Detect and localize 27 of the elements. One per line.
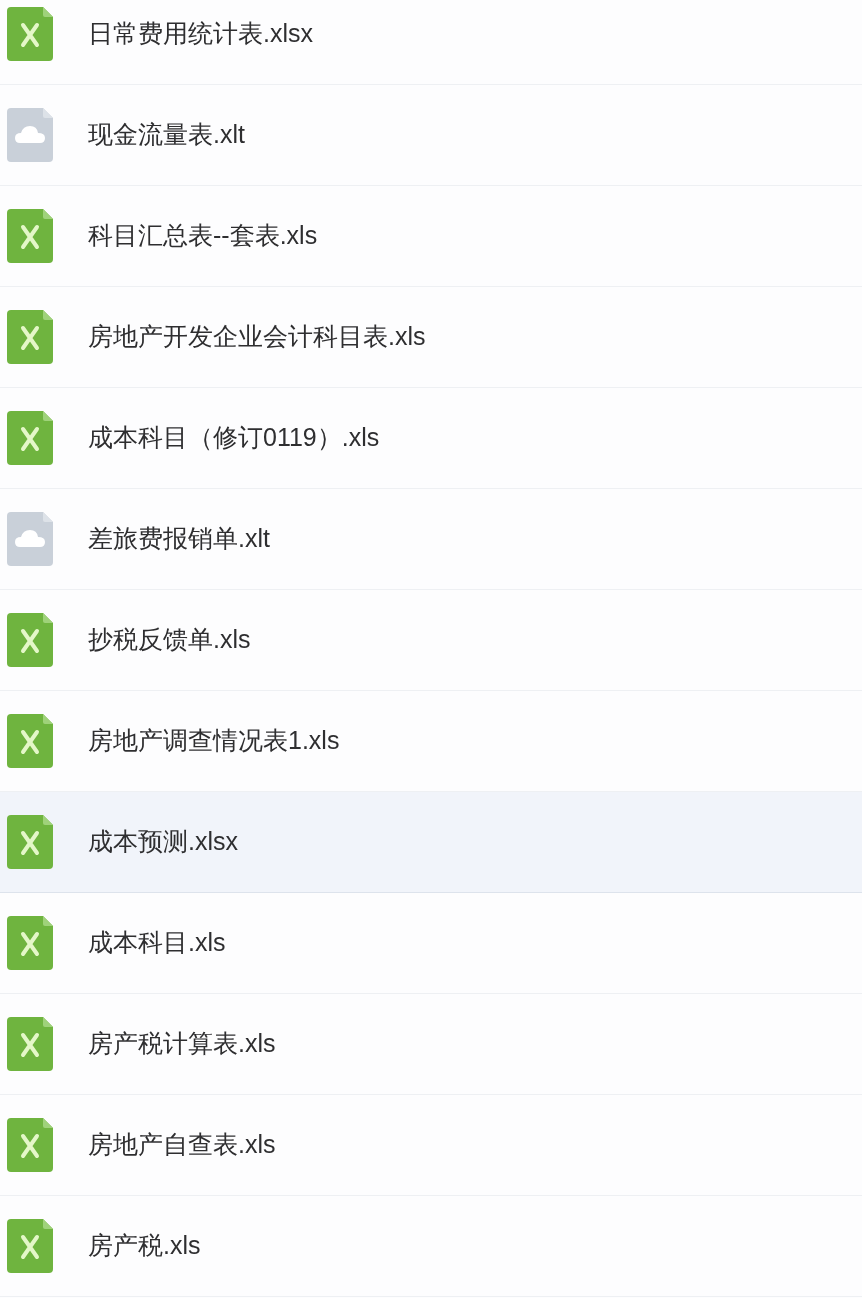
spreadsheet-file-icon — [7, 310, 53, 364]
file-name: 抄税反馈单.xls — [88, 624, 251, 656]
spreadsheet-file-icon — [7, 1219, 53, 1273]
spreadsheet-file-icon — [7, 613, 53, 667]
spreadsheet-file-icon — [7, 209, 53, 263]
spreadsheet-file-icon — [7, 815, 53, 869]
spreadsheet-file-icon — [7, 1017, 53, 1071]
file-name: 房地产自查表.xls — [88, 1129, 276, 1161]
file-name: 房地产调查情况表1.xls — [88, 725, 340, 757]
spreadsheet-file-icon — [7, 916, 53, 970]
file-name: 科目汇总表--套表.xls — [88, 220, 318, 252]
file-name: 房产税.xls — [88, 1230, 201, 1262]
file-name: 房地产开发企业会计科目表.xls — [88, 321, 426, 353]
file-name: 成本科目.xls — [88, 927, 226, 959]
spreadsheet-file-icon — [7, 1118, 53, 1172]
file-name: 成本预测.xlsx — [88, 826, 238, 858]
spreadsheet-file-icon — [7, 714, 53, 768]
file-name: 日常费用统计表.xlsx — [88, 18, 313, 50]
cloud-file-icon — [7, 512, 53, 566]
file-name: 成本科目（修订0119）.xls — [88, 422, 380, 454]
file-name: 差旅费报销单.xlt — [88, 523, 270, 555]
spreadsheet-file-icon — [7, 7, 53, 61]
file-name: 现金流量表.xlt — [88, 119, 245, 151]
file-name: 房产税计算表.xls — [88, 1028, 276, 1060]
cloud-file-icon — [7, 108, 53, 162]
file-row[interactable]: 成本预测.xlsx — [0, 792, 862, 893]
spreadsheet-file-icon — [7, 411, 53, 465]
